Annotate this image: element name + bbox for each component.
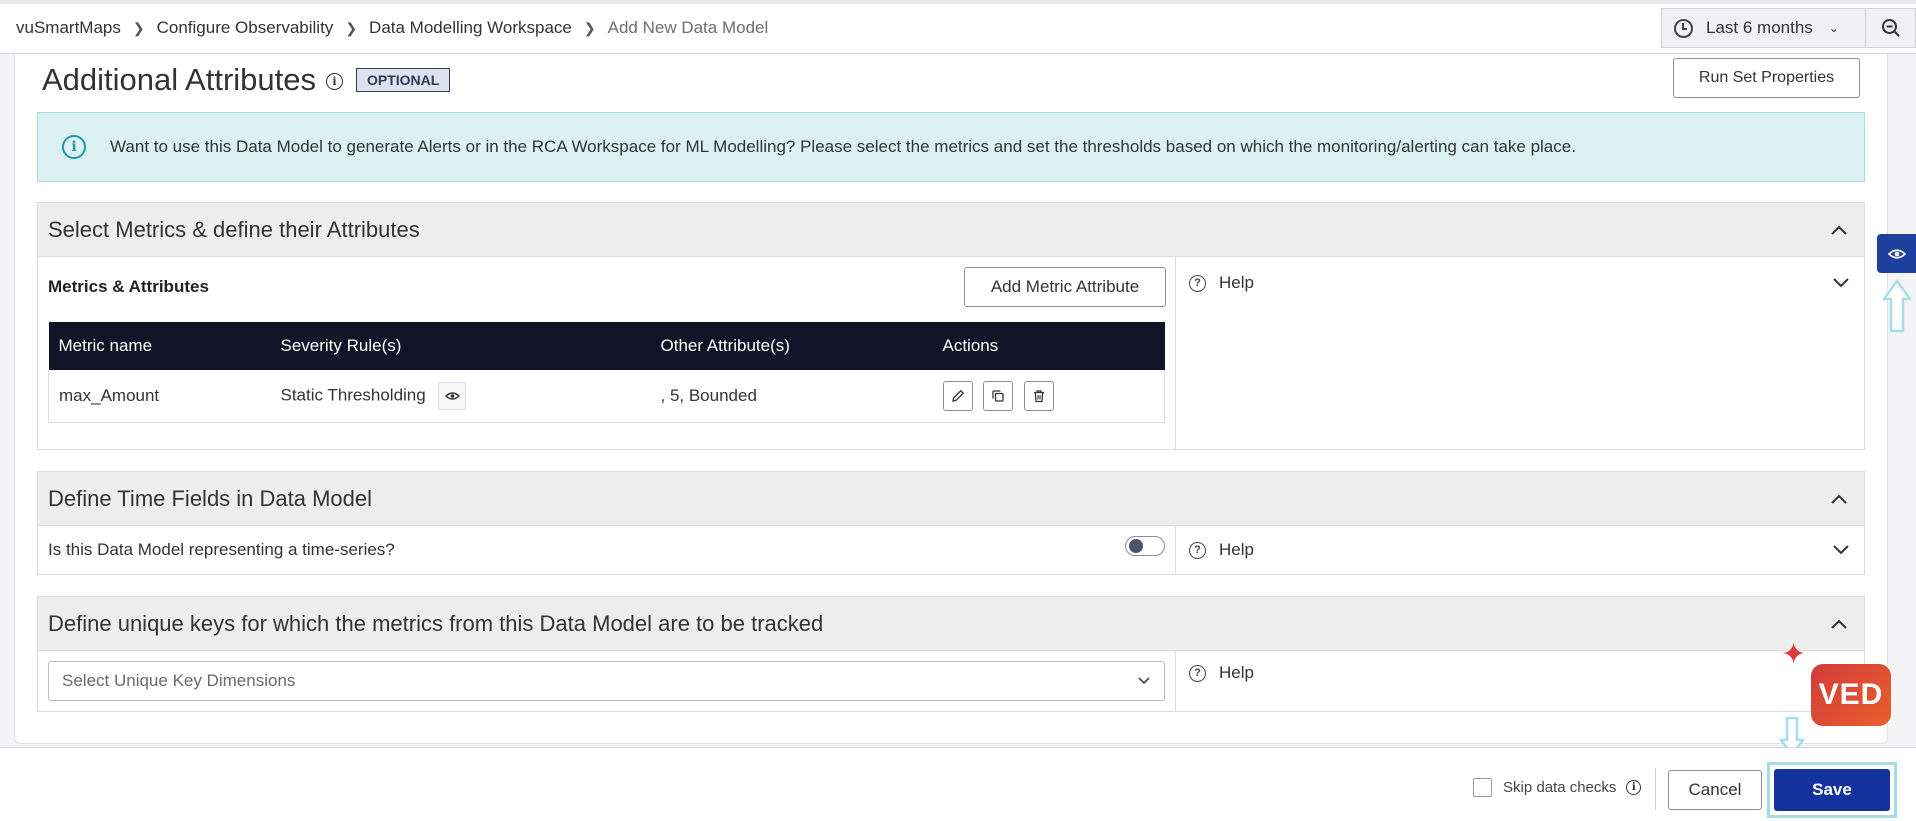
keys-section-body: Select Unique Key Dimensions ? Help	[38, 651, 1864, 711]
column-header: Actions	[932, 322, 1165, 370]
cancel-button[interactable]: Cancel	[1668, 770, 1762, 810]
trash-icon	[1033, 390, 1044, 402]
keys-section-header[interactable]: Define unique keys for which the metrics…	[38, 597, 1864, 651]
help-toggle[interactable]: ? Help	[1176, 659, 1866, 687]
breadcrumb-vusmartmaps[interactable]: vuSmartMaps	[16, 18, 121, 38]
chevron-up-icon[interactable]	[1830, 221, 1848, 239]
help-toggle[interactable]: ? Help	[1176, 536, 1866, 564]
sparkle-icon: ✦	[1781, 638, 1807, 671]
ved-logo[interactable]: VED	[1811, 664, 1891, 726]
help-pane: ? Help	[1175, 257, 1865, 449]
chevron-right-icon: ❯	[583, 19, 596, 36]
help-label: Help	[1219, 540, 1254, 559]
copy-icon	[992, 390, 1004, 402]
column-header: Metric name	[48, 322, 271, 370]
time-range-label: Last 6 months	[1706, 18, 1813, 37]
skip-data-checks-checkbox[interactable]	[1473, 778, 1492, 797]
save-button[interactable]: Save	[1774, 769, 1890, 811]
eye-icon	[444, 392, 460, 400]
actions-cell	[932, 370, 1165, 423]
time-range-picker[interactable]: Last 6 months ⌄	[1661, 8, 1866, 48]
question-circle-icon: ?	[1189, 274, 1206, 292]
info-icon: i	[62, 135, 86, 159]
severity-text: Static Thresholding	[280, 385, 426, 405]
unique-keys-section: Define unique keys for which the metrics…	[37, 596, 1865, 712]
unique-key-select[interactable]: Select Unique Key Dimensions	[48, 661, 1165, 701]
alert-text: Want to use this Data Model to generate …	[110, 137, 1576, 156]
table-header-row: Metric name Severity Rule(s) Other Attri…	[48, 322, 1165, 370]
chevron-right-icon: ❯	[345, 19, 358, 36]
section-title: Define Time Fields in Data Model	[48, 485, 373, 511]
chevron-up-icon[interactable]	[1830, 615, 1848, 633]
zoom-out-icon	[1881, 19, 1900, 37]
help-label: Help	[1219, 273, 1254, 292]
column-header: Severity Rule(s)	[270, 322, 651, 370]
breadcrumb-data-modelling-workspace[interactable]: Data Modelling Workspace	[369, 18, 572, 38]
page-title: Additional Attributes	[42, 62, 317, 97]
question-circle-icon: ?	[1189, 664, 1206, 682]
column-header: Other Attribute(s)	[650, 322, 933, 370]
chevron-down-icon: ⌄	[1828, 21, 1839, 35]
zoom-out-button[interactable]	[1866, 8, 1916, 48]
eye-icon	[1887, 248, 1906, 259]
info-icon[interactable]: i	[1626, 780, 1642, 795]
chevron-down-icon[interactable]	[1832, 543, 1850, 557]
metrics-table: Metric name Severity Rule(s) Other Attri…	[48, 322, 1165, 423]
metrics-section: Select Metrics & define their Attributes…	[37, 202, 1865, 450]
logo-text: VED	[1818, 678, 1884, 711]
time-series-question: Is this Data Model representing a time-s…	[48, 540, 395, 559]
help-pane: ? Help	[1175, 651, 1865, 711]
metrics-subheading: Metrics & Attributes	[48, 277, 209, 296]
clock-icon	[1674, 18, 1693, 38]
view-severity-button[interactable]	[438, 381, 467, 410]
severity-cell: Static Thresholding	[270, 370, 651, 423]
edit-button[interactable]	[942, 380, 973, 411]
time-section-header[interactable]: Define Time Fields in Data Model	[38, 472, 1864, 526]
help-pane: ? Help	[1175, 526, 1865, 574]
skip-label: Skip data checks	[1503, 779, 1617, 796]
delete-button[interactable]	[1023, 380, 1054, 411]
breadcrumb-current: Add New Data Model	[607, 18, 769, 37]
metric-name-cell: max_Amount	[48, 370, 271, 423]
help-label: Help	[1219, 663, 1254, 682]
section-title: Select Metrics & define their Attributes	[48, 216, 420, 242]
toggle-knob	[1129, 539, 1143, 553]
info-alert: i Want to use this Data Model to generat…	[37, 112, 1865, 182]
table-row: max_Amount Static Thresholding , 5, Boun…	[48, 370, 1165, 423]
section-title: Define unique keys for which the metrics…	[48, 610, 824, 636]
metrics-section-header[interactable]: Select Metrics & define their Attributes	[38, 203, 1864, 257]
other-attributes-cell: , 5, Bounded	[650, 370, 933, 423]
breadcrumb-configure-observability[interactable]: Configure Observability	[157, 18, 334, 38]
add-metric-attribute-button[interactable]: Add Metric Attribute	[964, 267, 1166, 307]
divider	[1655, 768, 1656, 810]
select-placeholder: Select Unique Key Dimensions	[62, 671, 296, 690]
copy-button[interactable]	[983, 380, 1014, 411]
question-circle-icon: ?	[1189, 541, 1206, 559]
run-set-properties-button[interactable]: Run Set Properties	[1673, 58, 1860, 98]
time-fields-section: Define Time Fields in Data Model Is this…	[37, 471, 1865, 575]
chevron-down-icon[interactable]	[1832, 276, 1850, 290]
help-toggle[interactable]: ? Help	[1176, 269, 1866, 297]
time-series-toggle[interactable]	[1125, 536, 1165, 556]
info-icon[interactable]: i	[326, 73, 343, 90]
metrics-section-body: Metrics & Attributes Add Metric Attribut…	[38, 257, 1864, 449]
save-highlight: Save	[1767, 762, 1897, 818]
skip-data-checks[interactable]: Skip data checks i	[1473, 778, 1642, 797]
pencil-icon	[951, 389, 964, 402]
breadcrumb: vuSmartMaps ❯ Configure Observability ❯ …	[16, 18, 768, 38]
preview-side-button[interactable]	[1877, 234, 1916, 273]
optional-badge: OPTIONAL	[356, 68, 451, 92]
chevron-right-icon: ❯	[132, 19, 145, 36]
top-strip	[0, 0, 1916, 4]
arrow-up-icon	[1882, 279, 1912, 333]
chevron-up-icon[interactable]	[1830, 490, 1848, 508]
chevron-down-icon	[1138, 677, 1150, 685]
time-section-body: Is this Data Model representing a time-s…	[38, 526, 1864, 574]
top-bar: vuSmartMaps ❯ Configure Observability ❯ …	[0, 0, 1916, 54]
footer-bar: Skip data checks i Cancel Save	[0, 747, 1916, 821]
